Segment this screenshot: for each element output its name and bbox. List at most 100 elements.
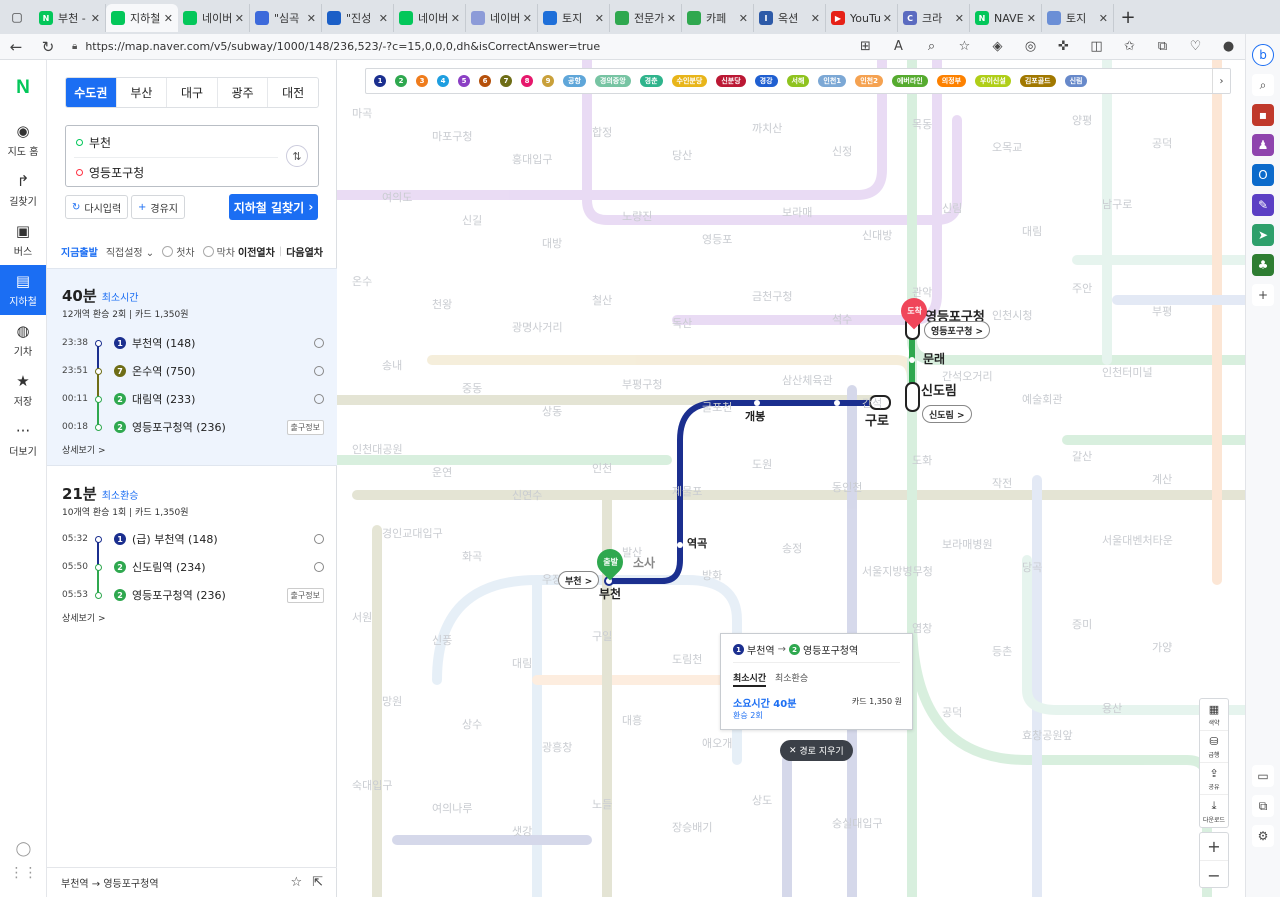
rail-item-2[interactable]: ▣ 버스: [0, 215, 46, 265]
map-station-label[interactable]: 여의나루: [432, 800, 472, 816]
step-station[interactable]: 신도림역 (234): [132, 559, 206, 575]
map-station-label[interactable]: 신대방: [862, 227, 892, 243]
favorites-bar-icon[interactable]: ✩: [1113, 39, 1146, 54]
tab-close-icon[interactable]: ✕: [955, 12, 964, 25]
map-station-label[interactable]: 대림: [512, 655, 532, 671]
map-station-label[interactable]: 여의도: [382, 189, 412, 205]
map-station-label[interactable]: 송내: [382, 357, 402, 373]
station-label-sindorim[interactable]: 신도림: [921, 380, 957, 399]
map-station-label[interactable]: 목동: [912, 116, 932, 132]
legend-line-chip[interactable]: 인천1: [818, 75, 847, 87]
tab-close-icon[interactable]: ✕: [595, 12, 604, 25]
browser-tab[interactable]: 네이버 ✕: [466, 4, 538, 32]
map-station-label[interactable]: 등촌: [992, 643, 1012, 659]
map-station-label[interactable]: 홍대입구: [512, 151, 552, 167]
map-station-label[interactable]: 신연수: [512, 487, 542, 503]
step-station[interactable]: (급) 부천역 (148): [132, 531, 218, 547]
browser-tab[interactable]: N 부천 - ✕: [34, 4, 106, 32]
depart-now[interactable]: 지금출발: [61, 244, 98, 259]
clock-icon[interactable]: [314, 562, 324, 572]
sidebar-settings-icon[interactable]: ⚙: [1252, 825, 1274, 847]
map-station-label[interactable]: 대림: [1022, 223, 1042, 239]
browser-tab[interactable]: 네이버 ✕: [394, 4, 466, 32]
browser-tab[interactable]: "심곡 ✕: [250, 4, 322, 32]
map-station-label[interactable]: 샛강: [512, 823, 532, 839]
map-station-label[interactable]: 구일: [592, 628, 612, 644]
legend-line-chip[interactable]: 1: [374, 75, 386, 87]
naver-logo[interactable]: N: [0, 60, 46, 115]
next-train[interactable]: 다음열차: [286, 244, 323, 259]
tab-close-icon[interactable]: ✕: [164, 12, 173, 25]
browser-tab[interactable]: 토지 ✕: [538, 4, 610, 32]
tab-close-icon[interactable]: ✕: [307, 12, 316, 25]
end-station-pill[interactable]: 영등포구청 >: [924, 321, 991, 339]
app-icon[interactable]: ⊞: [849, 39, 882, 54]
tools-icon[interactable]: ♟: [1252, 134, 1274, 156]
end-station-field[interactable]: 영등포구청: [76, 164, 144, 181]
map-station-label[interactable]: 독산: [672, 315, 692, 331]
map-station-label[interactable]: 상동: [542, 403, 562, 419]
legend-line-chip[interactable]: 경강: [754, 75, 778, 87]
legend-line-chip[interactable]: 신분당: [716, 75, 746, 87]
legend-line-chip[interactable]: 우이신설: [975, 75, 1011, 87]
map-station-label[interactable]: 효창공원앞: [1022, 727, 1073, 743]
legend-line-chip[interactable]: 수인분당: [671, 75, 708, 87]
legend-next-icon[interactable]: ›: [1212, 69, 1230, 93]
map-station-label[interactable]: 노량진: [622, 208, 652, 224]
region-tab[interactable]: 부산: [117, 78, 168, 107]
tab-close-icon[interactable]: ✕: [451, 12, 460, 25]
map-station-label[interactable]: 양평: [1072, 112, 1092, 128]
exit-info-button[interactable]: 출구정보: [286, 587, 324, 603]
map-station-label[interactable]: 온수: [352, 273, 372, 289]
map-station-label[interactable]: 대흥: [622, 712, 642, 728]
map-station-label[interactable]: 신길: [462, 212, 482, 228]
tab-close-icon[interactable]: ✕: [235, 12, 244, 25]
map-station-label[interactable]: 합정: [592, 124, 612, 140]
tab-actions-icon[interactable]: ▢: [0, 0, 34, 34]
map-station-label[interactable]: 마포구청: [432, 128, 472, 144]
subway-search-button[interactable]: 지하철 길찾기 ›: [229, 194, 318, 220]
map-station-label[interactable]: 대방: [542, 235, 562, 251]
tab-close-icon[interactable]: ✕: [379, 12, 388, 25]
map-tool-button[interactable]: ▦ 색약: [1200, 699, 1228, 731]
last-train-check[interactable]: 막차: [202, 244, 235, 259]
map-station-label[interactable]: 가양: [1152, 639, 1172, 655]
rail-item-5[interactable]: ★ 저장: [0, 365, 46, 415]
performance-icon[interactable]: ♡: [1179, 39, 1212, 54]
browser-tab[interactable]: 네이버 ✕: [178, 4, 250, 32]
user-icon[interactable]: ◯: [0, 837, 47, 861]
star-icon[interactable]: ☆: [290, 875, 302, 890]
sindorim-pill[interactable]: 신도림 >: [922, 405, 972, 423]
map-station-label[interactable]: 상도: [752, 792, 772, 808]
zoom-icon[interactable]: ⌕: [915, 39, 948, 54]
legend-line-chip[interactable]: 김포골드: [1019, 75, 1056, 87]
first-train-check[interactable]: 첫차: [162, 244, 195, 259]
collections-icon[interactable]: ⧉: [1146, 39, 1179, 54]
add-sidebar-icon[interactable]: +: [1252, 284, 1274, 306]
reload-icon[interactable]: ↻: [32, 38, 64, 56]
shopping-icon[interactable]: ▪: [1252, 104, 1274, 126]
tab-close-icon[interactable]: ✕: [739, 12, 748, 25]
map-station-label[interactable]: 영등포: [702, 231, 732, 247]
legend-line-chip[interactable]: 6: [479, 75, 491, 87]
map-station-label[interactable]: 운연: [432, 464, 452, 480]
legend-line-chip[interactable]: 경춘: [639, 75, 663, 87]
map-station-label[interactable]: 석수: [832, 311, 852, 327]
legend-line-chip[interactable]: 2: [395, 75, 407, 87]
rail-item-6[interactable]: ··· 더보기: [0, 415, 46, 465]
favorite-icon[interactable]: ☆: [948, 39, 981, 54]
browser-tab[interactable]: "진성 ✕: [322, 4, 394, 32]
tab-close-icon[interactable]: ✕: [811, 12, 820, 25]
tab-close-icon[interactable]: ✕: [523, 12, 532, 25]
map-station-label[interactable]: 신림: [942, 200, 962, 216]
map-station-label[interactable]: 애오개: [702, 735, 732, 751]
new-tab-button[interactable]: +: [1114, 7, 1142, 28]
map-station-label[interactable]: 당곡: [1022, 559, 1042, 575]
tab-close-icon[interactable]: ✕: [667, 12, 676, 25]
map-station-label[interactable]: 화곡: [462, 548, 482, 564]
station-label-guro[interactable]: 구로: [865, 410, 889, 429]
extensions-icon[interactable]: ✜: [1047, 39, 1080, 54]
browser-tab[interactable]: 지하철 ✕: [106, 4, 178, 32]
map-station-label[interactable]: 염창: [912, 620, 932, 636]
clock-icon[interactable]: [314, 338, 324, 348]
